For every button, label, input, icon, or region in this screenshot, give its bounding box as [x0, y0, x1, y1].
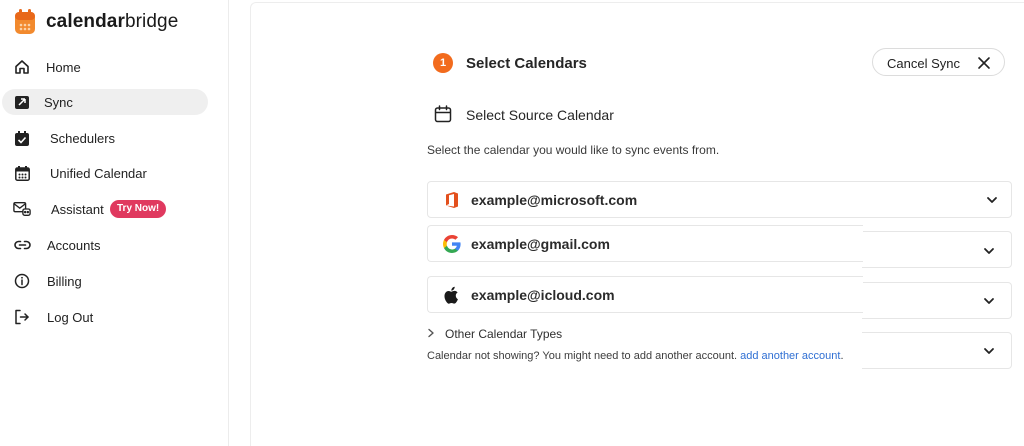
sidebar-item-billing[interactable]: Billing	[0, 268, 229, 294]
help-text: Calendar not showing? You might need to …	[427, 350, 844, 362]
calendar-icon	[434, 105, 452, 123]
chevron-down-icon[interactable]	[982, 244, 996, 258]
calendar-grid-icon	[13, 164, 31, 182]
sidebar-item-label: Accounts	[47, 238, 101, 253]
section-description: Select the calendar you would like to sy…	[427, 143, 720, 157]
sidebar-item-label: Assistant	[51, 202, 104, 217]
chevron-down-icon[interactable]	[982, 344, 996, 358]
calendarbridge-logo-icon	[15, 9, 35, 34]
link-icon	[13, 236, 31, 254]
sidebar-item-schedulers[interactable]: Schedulers	[0, 125, 229, 151]
sidebar-item-sync[interactable]: Sync	[0, 89, 229, 115]
sidebar-item-home[interactable]: Home	[0, 54, 229, 80]
account-email: example@icloud.com	[471, 287, 615, 303]
close-icon	[978, 57, 990, 69]
microsoft-office-icon	[446, 192, 458, 208]
row-background	[862, 282, 1012, 319]
apple-icon	[444, 286, 458, 304]
sidebar: calendarbridge Home Sync Schedulers Unif…	[0, 0, 229, 446]
info-icon	[13, 272, 31, 290]
chevron-right-icon	[427, 327, 437, 341]
help-message: Calendar not showing? You might need to …	[427, 350, 738, 362]
row-background	[862, 332, 1012, 369]
sidebar-item-logout[interactable]: Log Out	[0, 304, 229, 330]
other-calendar-types-label: Other Calendar Types	[445, 327, 563, 341]
row-background	[862, 231, 1012, 268]
add-another-account-link[interactable]: add another account	[740, 350, 840, 362]
calendar-account-row[interactable]: example@microsoft.com	[427, 181, 1012, 218]
logout-icon	[13, 308, 31, 326]
sidebar-item-label: Home	[46, 60, 81, 75]
assistant-icon	[13, 200, 31, 218]
chevron-down-icon[interactable]	[982, 294, 996, 308]
chevron-down-icon[interactable]	[985, 193, 999, 207]
other-calendar-types-toggle[interactable]: Other Calendar Types	[427, 327, 562, 341]
sync-calendar-icon	[13, 93, 31, 111]
sidebar-item-accounts[interactable]: Accounts	[0, 232, 229, 258]
step-title: Select Calendars	[466, 55, 587, 72]
help-period: .	[840, 350, 844, 362]
sidebar-item-label: Billing	[47, 274, 82, 289]
account-email: example@microsoft.com	[471, 192, 638, 208]
sidebar-item-label: Log Out	[47, 310, 94, 325]
cancel-sync-label: Cancel Sync	[887, 56, 960, 71]
account-email: example@gmail.com	[471, 236, 610, 252]
sidebar-item-label: Sync	[44, 95, 73, 110]
brand-name: calendarbridge	[46, 11, 179, 32]
home-icon	[13, 58, 31, 76]
scheduler-icon	[13, 129, 31, 147]
google-icon	[443, 235, 461, 253]
sidebar-item-label: Unified Calendar	[50, 166, 147, 181]
step-number-badge: 1	[433, 53, 453, 73]
cancel-sync-button[interactable]: Cancel Sync	[872, 48, 1005, 76]
try-now-badge[interactable]: Try Now!	[110, 200, 167, 218]
calendar-account-row[interactable]: example@gmail.com	[427, 225, 863, 262]
sidebar-item-label: Schedulers	[50, 131, 116, 146]
sidebar-item-unified-calendar[interactable]: Unified Calendar	[0, 160, 229, 186]
active-highlight	[2, 89, 208, 115]
section-title: Select Source Calendar	[466, 107, 614, 123]
sidebar-item-assistant[interactable]: Assistant Try Now!	[0, 196, 229, 222]
brand-logo[interactable]: calendarbridge	[14, 9, 178, 35]
calendar-account-row[interactable]: example@icloud.com	[427, 276, 863, 313]
